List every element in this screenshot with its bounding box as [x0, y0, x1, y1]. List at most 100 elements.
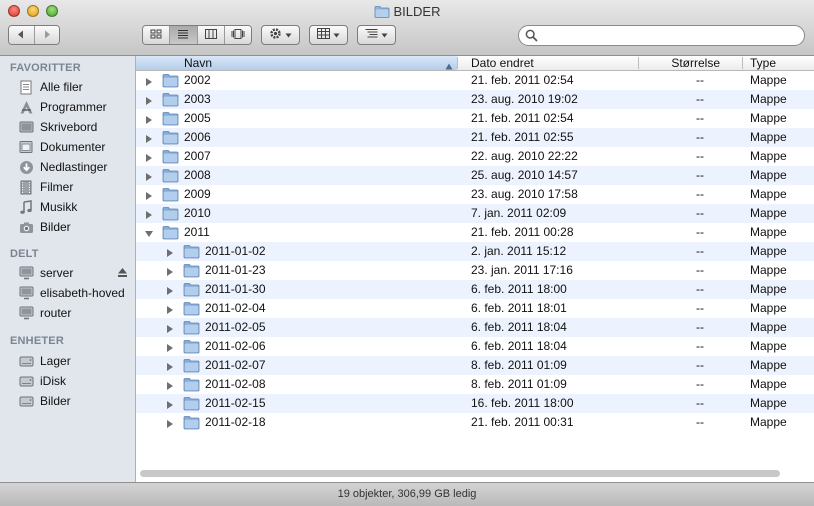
file-name: 2002 — [184, 73, 211, 87]
file-size: -- — [696, 73, 704, 87]
disclosure-expanded-icon[interactable] — [144, 228, 154, 238]
disclosure-collapsed-icon[interactable] — [165, 285, 175, 295]
icon-view-button[interactable] — [143, 26, 171, 44]
computer-icon — [18, 265, 34, 281]
sidebar-item-device-2[interactable]: Bilder — [0, 391, 135, 411]
disclosure-collapsed-icon[interactable] — [144, 76, 154, 86]
table-row[interactable]: 2011-01-30 6. feb. 2011 18:00 -- Mappe — [136, 280, 814, 299]
disclosure-collapsed-icon[interactable] — [165, 418, 175, 428]
share-menu-button[interactable] — [357, 25, 396, 45]
folder-icon — [162, 225, 179, 240]
search-field[interactable] — [518, 25, 805, 46]
sidebar-item-shared-2[interactable]: router — [0, 303, 135, 323]
file-name: 2011-02-04 — [205, 301, 266, 315]
sidebar-item-fav-0[interactable]: Alle filer — [0, 77, 135, 97]
file-size: -- — [696, 130, 704, 144]
column-view-button[interactable] — [197, 26, 225, 44]
table-row[interactable]: 2005 21. feb. 2011 02:54 -- Mappe — [136, 109, 814, 128]
table-row[interactable]: 2011-02-07 8. feb. 2011 01:09 -- Mappe — [136, 356, 814, 375]
desktop-icon — [18, 119, 34, 135]
section-header-favorites: FAVORITTER — [10, 62, 81, 74]
sidebar-item-fav-2[interactable]: Skrivebord — [0, 117, 135, 137]
folder-icon — [162, 149, 179, 164]
sidebar-item-fav-3[interactable]: Dokumenter — [0, 137, 135, 157]
column-header-name[interactable]: Navn — [136, 56, 457, 70]
disclosure-collapsed-icon[interactable] — [165, 304, 175, 314]
table-row[interactable]: 2003 23. aug. 2010 19:02 -- Mappe — [136, 90, 814, 109]
table-row[interactable]: 2011-02-06 6. feb. 2011 18:04 -- Mappe — [136, 337, 814, 356]
search-input[interactable] — [543, 28, 797, 45]
disclosure-collapsed-icon[interactable] — [144, 152, 154, 162]
sidebar-item-device-1[interactable]: iDisk — [0, 371, 135, 391]
file-name: 2011-02-15 — [205, 396, 266, 410]
column-header-date[interactable]: Dato endret — [458, 56, 638, 70]
sidebar-item-label: Lager — [40, 354, 71, 368]
camera-icon — [18, 219, 34, 235]
sidebar-item-fav-7[interactable]: Bilder — [0, 217, 135, 237]
list-view-button[interactable] — [170, 26, 198, 44]
file-type: Mappe — [750, 73, 787, 87]
gear-icon — [269, 27, 282, 43]
file-size: -- — [696, 263, 704, 277]
file-type: Mappe — [750, 187, 787, 201]
file-type: Mappe — [750, 263, 787, 277]
action-menu-button[interactable] — [261, 25, 300, 45]
table-row[interactable]: 2009 23. aug. 2010 17:58 -- Mappe — [136, 185, 814, 204]
back-button[interactable] — [9, 26, 35, 44]
file-date: 23. aug. 2010 17:58 — [471, 187, 578, 201]
table-row[interactable]: 2011-02-08 8. feb. 2011 01:09 -- Mappe — [136, 375, 814, 394]
disclosure-collapsed-icon[interactable] — [144, 133, 154, 143]
table-row[interactable]: 2002 21. feb. 2011 02:54 -- Mappe — [136, 71, 814, 90]
table-row[interactable]: 2011-01-23 23. jan. 2011 17:16 -- Mappe — [136, 261, 814, 280]
disclosure-collapsed-icon[interactable] — [165, 323, 175, 333]
disclosure-collapsed-icon[interactable] — [144, 171, 154, 181]
computer-icon — [18, 305, 34, 321]
share-icon — [365, 28, 378, 42]
table-row[interactable]: 2011 21. feb. 2011 00:28 -- Mappe — [136, 223, 814, 242]
table-row[interactable]: 2011-02-18 21. feb. 2011 00:31 -- Mappe — [136, 413, 814, 432]
table-row[interactable]: 2011-01-02 2. jan. 2011 15:12 -- Mappe — [136, 242, 814, 261]
table-row[interactable]: 2008 25. aug. 2010 14:57 -- Mappe — [136, 166, 814, 185]
file-size: -- — [696, 244, 704, 258]
list-icon — [177, 28, 189, 42]
table-row[interactable]: 2011-02-05 6. feb. 2011 18:04 -- Mappe — [136, 318, 814, 337]
disclosure-collapsed-icon[interactable] — [165, 342, 175, 352]
sidebar-item-fav-6[interactable]: Musikk — [0, 197, 135, 217]
disclosure-collapsed-icon[interactable] — [144, 114, 154, 124]
table-row[interactable]: 2011-02-15 16. feb. 2011 18:00 -- Mappe — [136, 394, 814, 413]
file-name: 2011-01-23 — [205, 263, 266, 277]
horizontal-scrollbar[interactable] — [140, 470, 780, 477]
table-row[interactable]: 2010 7. jan. 2011 02:09 -- Mappe — [136, 204, 814, 223]
disk-icon — [18, 373, 34, 389]
coverflow-view-button[interactable] — [224, 26, 251, 44]
file-size: -- — [696, 92, 704, 106]
table-row[interactable]: 2011-02-04 6. feb. 2011 18:01 -- Mappe — [136, 299, 814, 318]
file-name: 2008 — [184, 168, 211, 182]
table-row[interactable]: 2006 21. feb. 2011 02:55 -- Mappe — [136, 128, 814, 147]
file-name: 2011-02-08 — [205, 377, 266, 391]
sidebar-item-device-0[interactable]: Lager — [0, 351, 135, 371]
disclosure-collapsed-icon[interactable] — [165, 399, 175, 409]
file-size: -- — [696, 282, 704, 296]
file-name: 2011-02-06 — [205, 339, 266, 353]
sidebar-item-shared-1[interactable]: elisabeth-hoved — [0, 283, 135, 303]
disclosure-collapsed-icon[interactable] — [165, 361, 175, 371]
table-row[interactable]: 2007 22. aug. 2010 22:22 -- Mappe — [136, 147, 814, 166]
forward-button[interactable] — [34, 26, 59, 44]
sidebar-item-fav-1[interactable]: Programmer — [0, 97, 135, 117]
folder-icon — [183, 339, 200, 354]
disclosure-collapsed-icon[interactable] — [165, 247, 175, 257]
disclosure-collapsed-icon[interactable] — [165, 380, 175, 390]
disclosure-collapsed-icon[interactable] — [144, 190, 154, 200]
column-header-size[interactable]: Størrelse — [639, 56, 742, 70]
disclosure-collapsed-icon[interactable] — [144, 95, 154, 105]
sidebar-item-fav-4[interactable]: Nedlastinger — [0, 157, 135, 177]
arrange-menu-button[interactable] — [309, 25, 348, 45]
sidebar-item-shared-0[interactable]: server — [0, 263, 135, 283]
disclosure-collapsed-icon[interactable] — [144, 209, 154, 219]
disclosure-collapsed-icon[interactable] — [165, 266, 175, 276]
column-header-type[interactable]: Type — [743, 56, 814, 70]
sidebar-item-fav-5[interactable]: Filmer — [0, 177, 135, 197]
eject-icon[interactable] — [117, 267, 128, 281]
folder-icon — [162, 206, 179, 221]
